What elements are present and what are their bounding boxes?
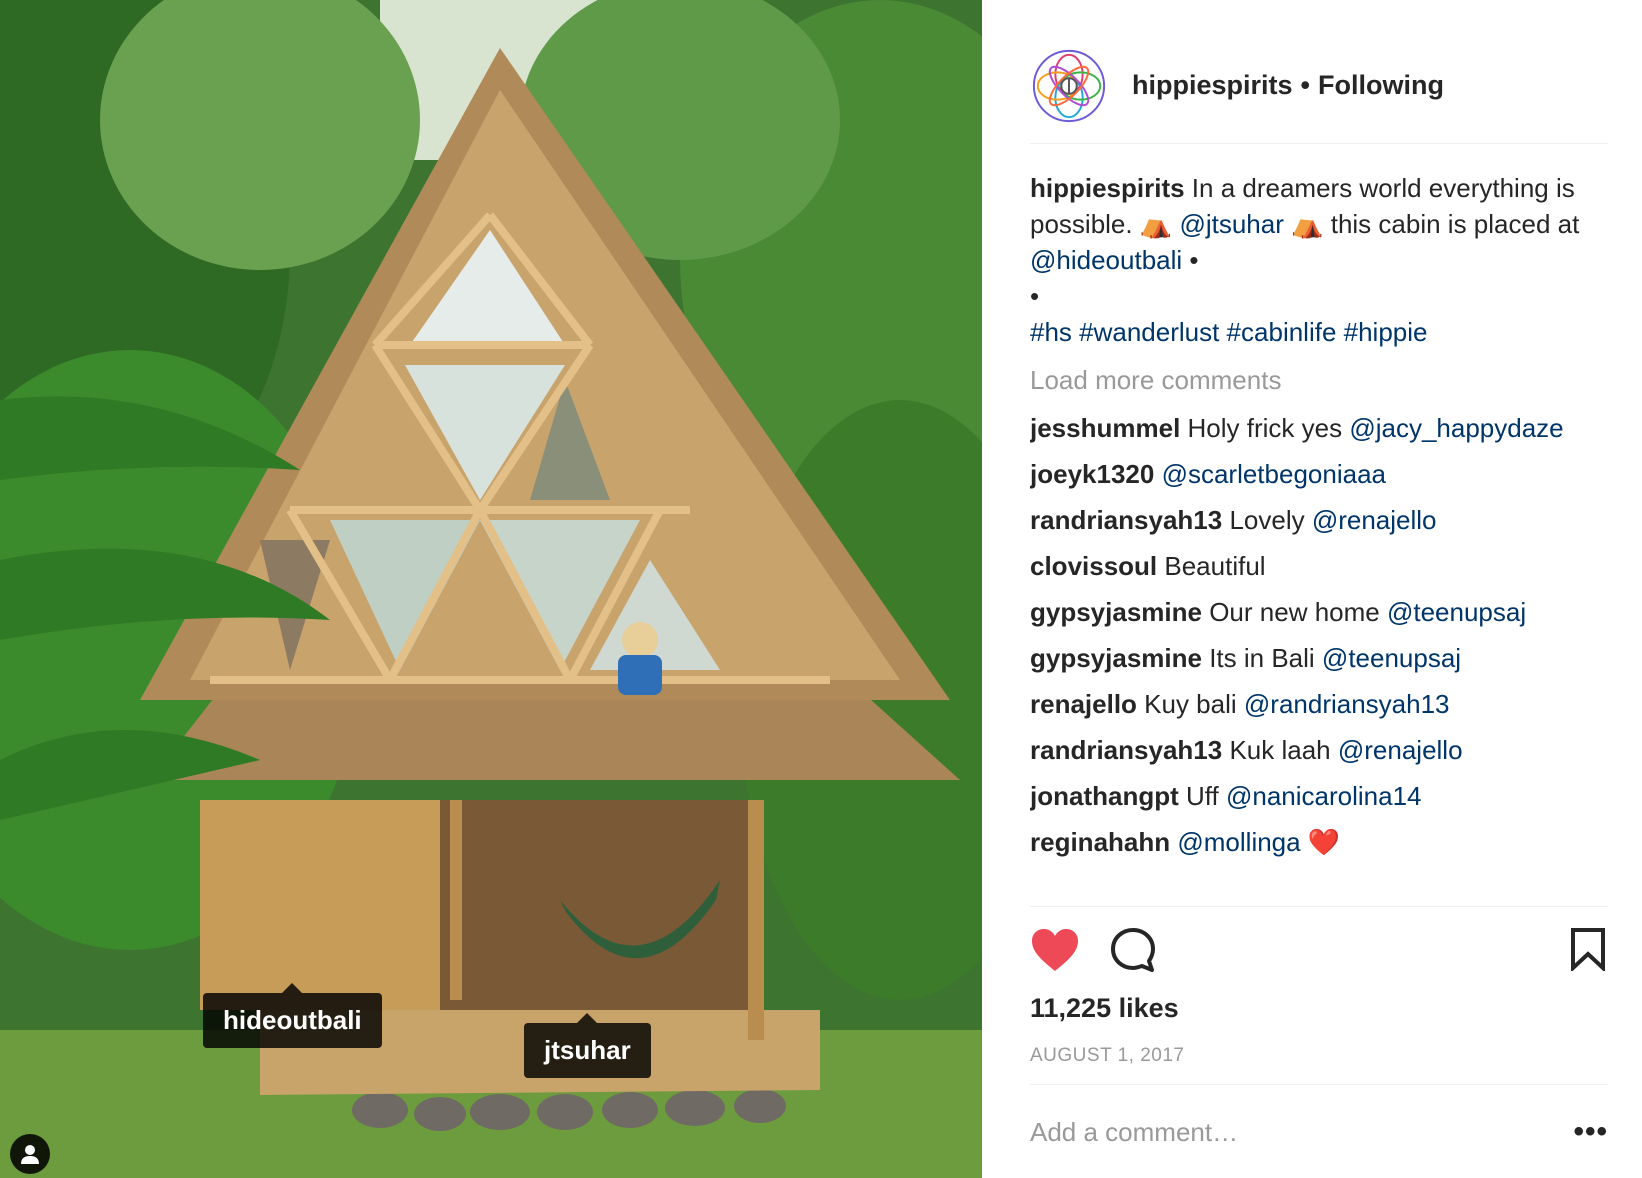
comment-username[interactable]: gypsyjasmine	[1030, 597, 1202, 627]
post-date[interactable]: AUGUST 1, 2017	[1030, 1045, 1185, 1067]
mention-jtsuhar[interactable]: @jtsuhar	[1179, 209, 1283, 239]
caption-bullet: •	[1182, 245, 1199, 275]
comment-mention[interactable]: @randriansyah13	[1244, 689, 1450, 719]
comment-item: clovissoul Beautiful	[1030, 548, 1608, 584]
comment-input[interactable]	[1030, 1116, 1510, 1148]
comment-item: jesshummel Holy frick yes @jacy_happydaz…	[1030, 410, 1608, 446]
comment-item: randriansyah13 Lovely @renajello	[1030, 502, 1608, 538]
comment-icon[interactable]	[1110, 927, 1156, 973]
comment-mention[interactable]: @renajello	[1338, 735, 1463, 765]
comment-text: Its in Bali	[1201, 643, 1322, 673]
comment-item: gypsyjasmine Its in Bali @teenupsaj	[1030, 640, 1608, 676]
cabin-photo-illustration	[0, 0, 982, 1178]
comment-item: gypsyjasmine Our new home @teenupsaj	[1030, 594, 1608, 630]
comment-mention[interactable]: @jacy_happydaze	[1349, 413, 1563, 443]
comment-text: Our new home	[1201, 597, 1387, 627]
comment-username[interactable]: randriansyah13	[1030, 505, 1222, 535]
comment-username[interactable]: joeyk1320	[1030, 459, 1154, 489]
comment-mention[interactable]: @scarletbegoniaaa	[1162, 459, 1386, 489]
comment-text: Holy frick yes	[1180, 413, 1350, 443]
tent-emoji: ⛺	[1291, 209, 1324, 239]
comment-mention[interactable]: @renajello	[1312, 505, 1437, 535]
username-link[interactable]: hippiespirits	[1132, 70, 1293, 100]
tent-emoji: ⛺	[1139, 209, 1173, 239]
action-icons	[1030, 907, 1608, 987]
post-header: hippiespirits • Following	[1030, 28, 1608, 144]
comment-username[interactable]: randriansyah13	[1030, 735, 1222, 765]
comment-text	[1154, 459, 1161, 489]
user-tags-button[interactable]	[10, 1134, 50, 1174]
comment-text: Beautiful	[1157, 551, 1266, 581]
caption-username[interactable]: hippiespirits	[1030, 173, 1185, 203]
comment-item: reginahahn @mollinga ❤️	[1030, 824, 1608, 860]
comment-text: Kuy bali	[1136, 689, 1244, 719]
comment-mention[interactable]: @nanicarolina14	[1226, 781, 1422, 811]
likes-count[interactable]: 11,225 likes	[1030, 993, 1179, 1024]
comment-username[interactable]: jesshummel	[1030, 413, 1180, 443]
comment-mention[interactable]: @teenupsaj	[1387, 597, 1526, 627]
comment-username[interactable]: reginahahn	[1030, 827, 1170, 857]
caption-text: this cabin is placed at	[1323, 209, 1580, 239]
comment-item: renajello Kuy bali @randriansyah13	[1030, 686, 1608, 722]
comment-mention[interactable]: @mollinga ❤️	[1177, 827, 1340, 857]
comment-text: Kuk laah	[1222, 735, 1338, 765]
comment-item: randriansyah13 Kuk laah @renajello	[1030, 732, 1608, 768]
user-tag-jtsuhar[interactable]: jtsuhar	[524, 1013, 651, 1078]
comment-text: Uff	[1178, 781, 1226, 811]
comment-text: Lovely	[1222, 505, 1312, 535]
comment-item: joeyk1320 @scarletbegoniaaa	[1030, 456, 1608, 492]
bookmark-icon[interactable]	[1570, 927, 1606, 971]
user-tag-hideoutbali[interactable]: hideoutbali	[203, 983, 382, 1048]
caption-hashtags[interactable]: #hs #wanderlust #cabinlife #hippie	[1030, 317, 1428, 347]
more-options-button[interactable]: •••	[1573, 1115, 1608, 1149]
comments-list[interactable]: hippiespirits In a dreamers world everyt…	[1030, 170, 1608, 906]
heart-icon[interactable]	[1030, 927, 1080, 973]
add-comment-section: •••	[1030, 1084, 1608, 1178]
mention-hideoutbali[interactable]: @hideoutbali	[1030, 245, 1182, 275]
post-photo[interactable]: hideoutbali jtsuhar	[0, 0, 982, 1178]
following-button[interactable]: Following	[1318, 70, 1444, 100]
comment-username[interactable]: clovissoul	[1030, 551, 1157, 581]
instagram-post: hideoutbali jtsuhar hippiespirits • Foll…	[0, 0, 1642, 1178]
post-actions: 11,225 likes AUGUST 1, 2017	[1030, 906, 1608, 1066]
comment-username[interactable]: jonathangpt	[1030, 781, 1179, 811]
comment-username[interactable]: renajello	[1030, 689, 1137, 719]
header-separator: •	[1300, 70, 1310, 100]
avatar[interactable]	[1030, 47, 1108, 125]
person-icon	[21, 1145, 39, 1164]
post-caption: hippiespirits In a dreamers world everyt…	[1030, 170, 1608, 350]
comment-item: jonathangpt Uff @nanicarolina14	[1030, 778, 1608, 814]
comment-username[interactable]: gypsyjasmine	[1030, 643, 1202, 673]
header-text: hippiespirits • Following	[1132, 70, 1444, 101]
post-side-panel: hippiespirits • Following hippiespirits In…	[982, 0, 1642, 1178]
load-more-comments-button[interactable]: Load more comments	[1030, 362, 1608, 398]
caption-bullet: •	[1030, 281, 1040, 311]
comment-mention[interactable]: @teenupsaj	[1322, 643, 1461, 673]
